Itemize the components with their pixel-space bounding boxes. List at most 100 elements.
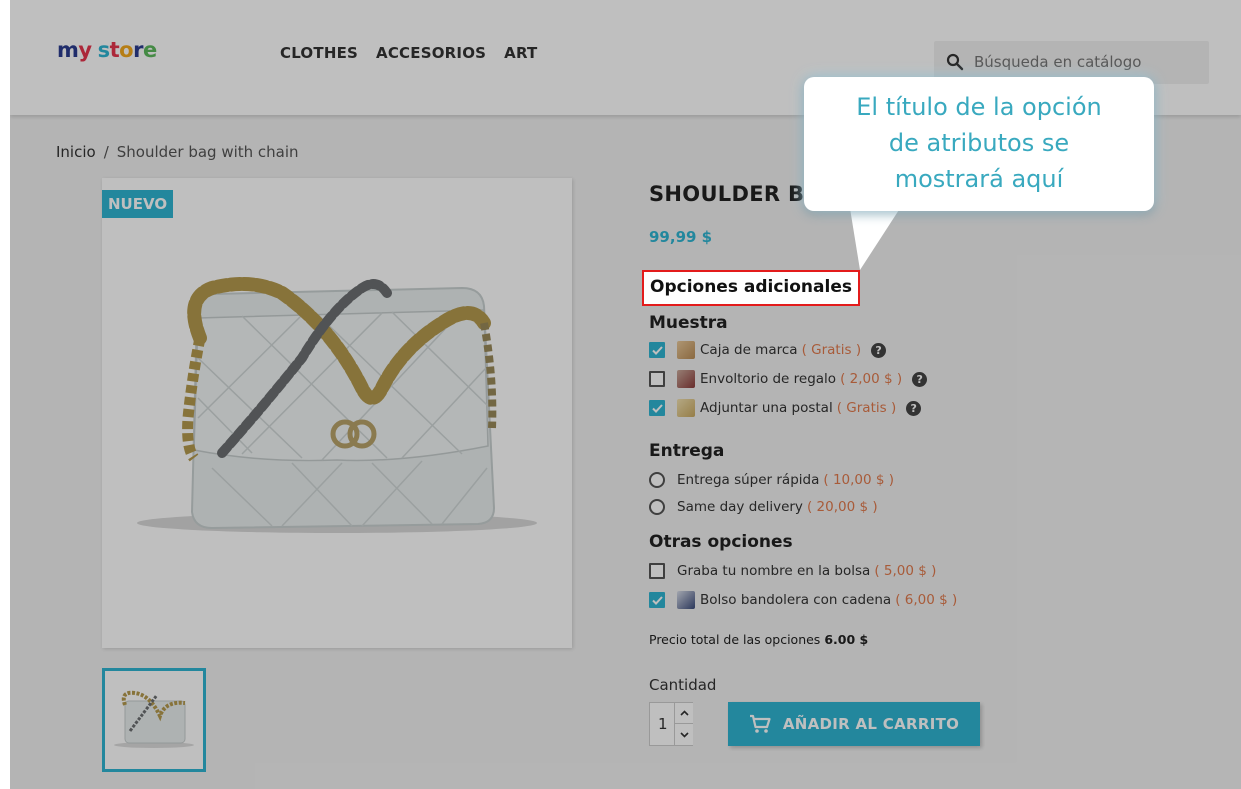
browser-frame: mystore CLOTHES ACCESORIOS ART Inicio / Sh…	[10, 0, 1241, 789]
option-item[interactable]: Entrega súper rápida ( 10,00 $ )	[649, 469, 894, 491]
quantity-decrease-button[interactable]	[674, 724, 693, 745]
option-label: Envoltorio de regalo	[700, 371, 837, 387]
logo-char: e	[142, 38, 157, 62]
price-paren: (	[840, 371, 846, 387]
option-label: Entrega súper rápida	[677, 472, 820, 488]
search-icon[interactable]	[946, 53, 964, 71]
option-thumbnail	[677, 591, 695, 609]
product-thumbnail[interactable]	[102, 668, 206, 772]
price-value: Gratis	[846, 400, 887, 416]
quantity-stepper	[649, 702, 693, 746]
options-total: Precio total de las opciones 6.00 $	[649, 632, 868, 647]
option-thumbnail	[677, 341, 695, 359]
option-price: ( 10,00 $ )	[823, 472, 894, 488]
breadcrumb-current: Shoulder bag with chain	[116, 143, 299, 161]
option-item[interactable]: Same day delivery ( 20,00 $ )	[649, 496, 878, 518]
chevron-down-icon	[679, 731, 689, 738]
new-badge: NUEVO	[102, 190, 174, 218]
logo-char: t	[109, 38, 120, 62]
option-label: Same day delivery	[677, 499, 803, 515]
option-group-title: Otras opciones	[649, 532, 793, 552]
callout-bubble: El título de la opción de atributos se m…	[804, 77, 1154, 211]
price-value: 2,00 $	[849, 371, 893, 387]
nav-item-accesorios[interactable]: ACCESORIOS	[376, 44, 486, 62]
logo-char: y	[78, 38, 92, 62]
nav-item-art[interactable]: ART	[504, 44, 537, 62]
checkbox-checked[interactable]	[649, 592, 665, 608]
price-paren: )	[952, 592, 958, 608]
option-price: ( 20,00 $ )	[807, 499, 878, 515]
logo-char: r	[133, 38, 143, 62]
price-paren: (	[874, 563, 880, 579]
options-total-label: Precio total de las opciones	[649, 632, 821, 647]
option-thumbnail	[677, 370, 695, 388]
option-price: ( 5,00 $ )	[874, 563, 936, 579]
quantity-input[interactable]	[650, 703, 674, 745]
price-value: Gratis	[811, 342, 852, 358]
logo-char: s	[97, 38, 111, 62]
option-price: ( Gratis )	[802, 342, 862, 358]
add-to-cart-button[interactable]: AÑADIR AL CARRITO	[728, 702, 980, 746]
add-to-cart-label: AÑADIR AL CARRITO	[782, 715, 960, 733]
option-price: ( 6,00 $ )	[895, 592, 957, 608]
price-paren: (	[823, 472, 829, 488]
cart-icon	[749, 714, 771, 733]
nav-item-clothes[interactable]: CLOTHES	[280, 44, 358, 62]
bag-image	[137, 277, 537, 533]
radio-button[interactable]	[649, 499, 665, 515]
options-title-highlight: Opciones adicionales	[642, 270, 860, 306]
callout-text: El título de la opción de atributos se m…	[804, 89, 1154, 197]
thumb-image	[114, 690, 194, 748]
callout-line: de atributos se	[888, 129, 1070, 157]
breadcrumb-separator: /	[103, 143, 109, 161]
checkbox-checked[interactable]	[649, 342, 665, 358]
option-price: ( Gratis )	[837, 400, 897, 416]
option-group-title: Entrega	[649, 441, 725, 461]
radio-button[interactable]	[649, 472, 665, 488]
option-label: Caja de marca	[700, 342, 798, 358]
option-item[interactable]: Graba tu nombre en la bolsa ( 5,00 $ )	[649, 560, 936, 582]
main-nav: CLOTHES ACCESORIOS ART	[280, 44, 537, 62]
logo-char: m	[57, 38, 79, 62]
option-item[interactable]: Envoltorio de regalo ( 2,00 $ ) ?	[649, 368, 928, 390]
price-paren: (	[836, 400, 842, 416]
product-main-image[interactable]: NUEVO	[102, 178, 572, 648]
checkbox-unchecked[interactable]	[649, 563, 665, 579]
store-logo[interactable]: my store	[57, 38, 157, 62]
callout-line: mostrará aquí	[894, 165, 1064, 193]
checkbox-unchecked[interactable]	[649, 371, 665, 387]
option-group-title: Muestra	[649, 313, 728, 333]
quantity-label: Cantidad	[649, 676, 717, 694]
option-label: Adjuntar una postal	[700, 400, 833, 416]
quantity-increase-button[interactable]	[674, 703, 693, 724]
chevron-up-icon	[679, 710, 689, 716]
help-icon[interactable]: ?	[906, 400, 922, 416]
price-value: 6,00 $	[904, 592, 948, 608]
logo-char: o	[119, 38, 134, 62]
price-paren: )	[890, 400, 897, 416]
checkbox-checked[interactable]	[649, 400, 665, 416]
option-item[interactable]: Adjuntar una postal ( Gratis ) ?	[649, 397, 922, 419]
option-label: Bolso bandolera con cadena	[700, 592, 892, 608]
price-value: 5,00 $	[883, 563, 927, 579]
price-paren: (	[806, 499, 813, 515]
option-item[interactable]: Bolso bandolera con cadena ( 6,00 $ )	[649, 589, 957, 611]
price-paren: )	[931, 563, 937, 579]
search-input[interactable]	[974, 49, 1194, 75]
price-paren: (	[801, 342, 807, 358]
price-paren: (	[895, 592, 901, 608]
breadcrumb-home[interactable]: Inicio	[56, 143, 96, 161]
option-item[interactable]: Caja de marca ( Gratis ) ?	[649, 339, 887, 361]
price-paren: )	[872, 499, 878, 515]
price-value: 20,00 $	[816, 499, 869, 515]
option-label: Graba tu nombre en la bolsa	[677, 563, 871, 579]
price-paren: )	[896, 371, 903, 387]
price-value: 10,00 $	[832, 472, 885, 488]
price-paren: )	[855, 342, 862, 358]
help-icon[interactable]: ?	[871, 342, 887, 358]
price-paren: )	[888, 472, 895, 488]
options-total-value: 6.00 $	[824, 632, 869, 647]
breadcrumb: Inicio / Shoulder bag with chain	[56, 143, 299, 161]
help-icon[interactable]: ?	[912, 371, 928, 387]
option-price: ( 2,00 $ )	[840, 371, 902, 387]
